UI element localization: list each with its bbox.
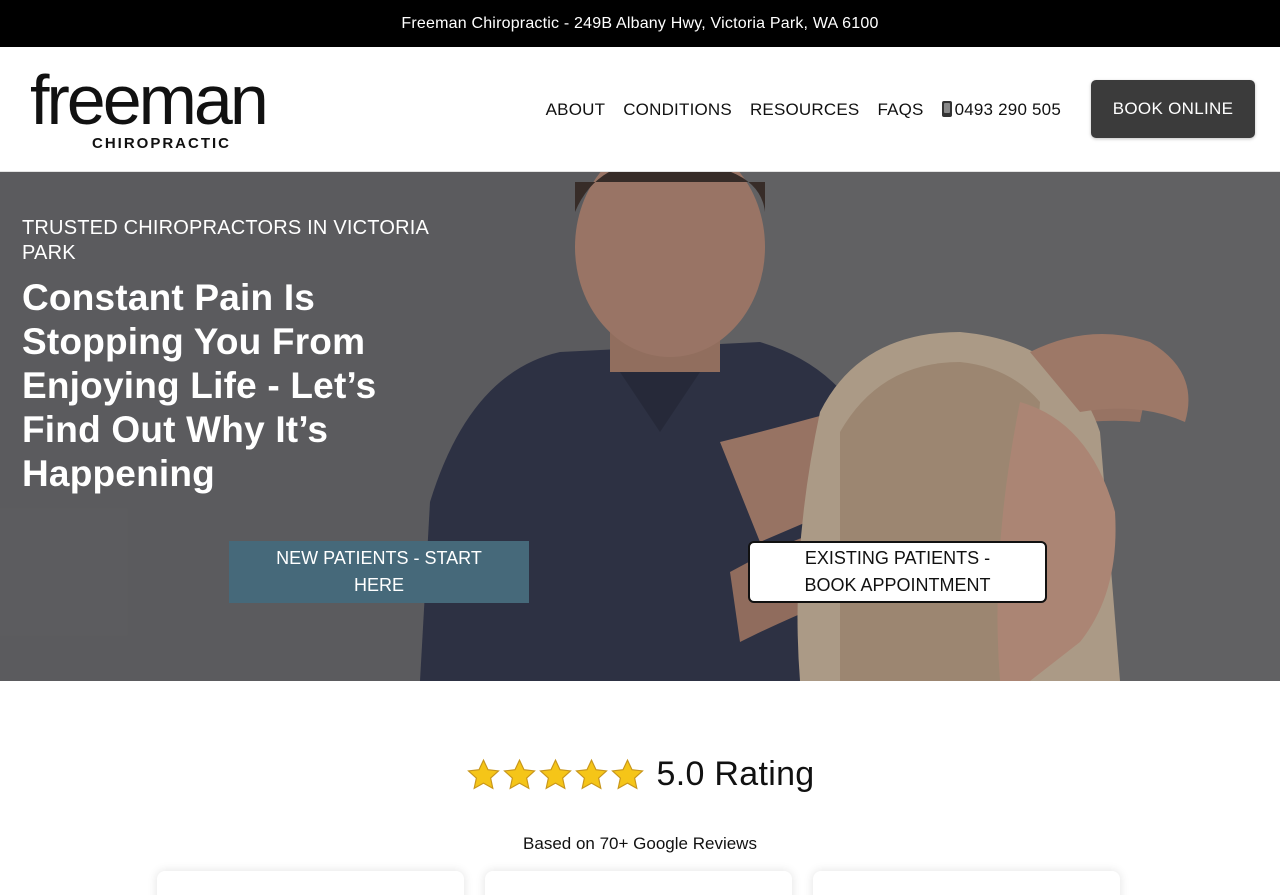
address-bar: Freeman Chiropractic - 249B Albany Hwy, … (0, 0, 1280, 47)
hero-title: Constant Pain Is Stopping You From Enjoy… (22, 277, 377, 494)
star-icon (538, 758, 572, 790)
review-card (813, 871, 1120, 895)
star-icon (610, 758, 644, 790)
book-online-button[interactable]: BOOK ONLINE (1091, 80, 1255, 138)
star-icon (466, 758, 500, 790)
nav-resources[interactable]: RESOURCES (741, 100, 869, 120)
nav-about[interactable]: ABOUT (537, 100, 615, 120)
logo-wordmark: freeman (30, 61, 269, 139)
logo-subtitle: CHIROPRACTIC (92, 135, 231, 152)
star-icon (502, 758, 536, 790)
nav-faqs[interactable]: FAQS (868, 100, 932, 120)
star-icon (574, 758, 608, 790)
review-card (157, 871, 464, 895)
address-text: Freeman Chiropractic - 249B Albany Hwy, … (401, 14, 879, 32)
rating-stars (466, 757, 645, 793)
rating-text: 5.0 Rating (656, 755, 815, 793)
phone-icon (941, 100, 952, 117)
nav-conditions[interactable]: CONDITIONS (614, 100, 741, 120)
existing-patients-button[interactable]: EXISTING PATIENTS - BOOK APPOINTMENT (748, 541, 1047, 603)
new-patients-button[interactable]: NEW PATIENTS - START HERE (229, 541, 529, 603)
nav-phone[interactable]: 0493 290 505 (933, 100, 1070, 120)
main-nav: ABOUT CONDITIONS RESOURCES FAQS 0493 290… (537, 47, 1070, 172)
hero-eyebrow: TRUSTED CHIROPRACTORS IN VICTORIA PARK (22, 217, 428, 264)
logo[interactable]: freeman CHIROPRACTIC (30, 61, 300, 157)
hero-section: TRUSTED CHIROPRACTORS IN VICTORIA PARK C… (0, 172, 1280, 681)
rating-row: 5.0 Rating (0, 755, 1280, 794)
review-card (485, 871, 792, 895)
site-header: freeman CHIROPRACTIC ABOUT CONDITIONS RE… (0, 47, 1280, 172)
reviews-count: Based on 70+ Google Reviews (523, 834, 757, 853)
phone-number: 0493 290 505 (954, 99, 1061, 119)
